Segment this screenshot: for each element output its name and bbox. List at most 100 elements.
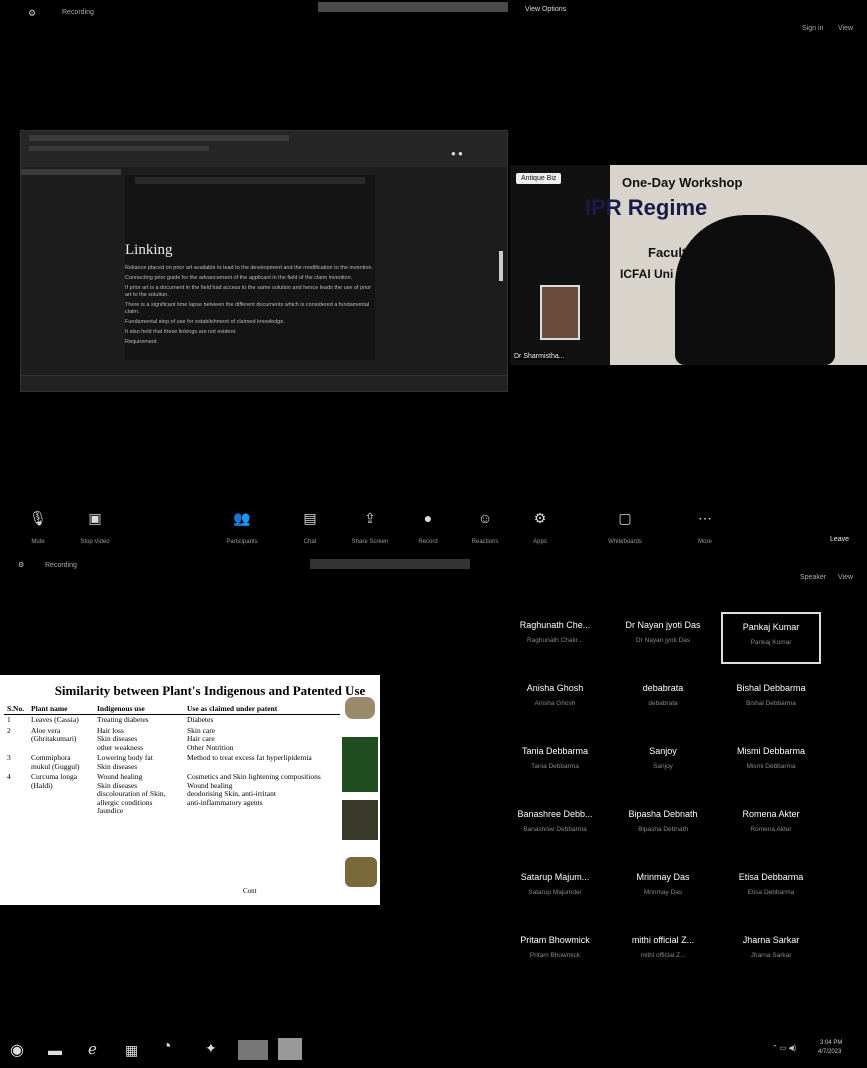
table-cell: Skin care Hair care Other Nutrition <box>187 725 234 752</box>
doc-bullet: Requirement. <box>125 339 159 345</box>
doc-menu[interactable] <box>21 169 121 175</box>
whiteboards-button[interactable]: ▢ Whiteboards <box>605 510 645 548</box>
video-banner-line: ICFAI Uni <box>620 267 674 281</box>
participant-tile[interactable]: Sanjoy Sanjoy <box>613 746 713 786</box>
participant-tile[interactable]: Jharna Sarkar Jharna Sarkar <box>721 935 821 975</box>
scrollbar[interactable] <box>499 251 503 281</box>
edge-icon[interactable]: ℯ <box>88 1040 97 1058</box>
apps-button[interactable]: ⚙ Apps <box>520 510 560 548</box>
participant-tile[interactable]: Tania Debbarma Tania Debbarma <box>505 746 605 786</box>
participant-tile[interactable]: Anisha Ghosh Anisha Ghosh <box>505 683 605 723</box>
participant-subname: Dr Nayan jyoti Das <box>635 637 691 644</box>
table-row: 4 Curcuma longa (Haldi) Wound healing Skin… <box>4 772 340 817</box>
sign-in-link[interactable]: Sign in <box>802 25 823 32</box>
participant-name: Satarup Majum... <box>520 872 590 882</box>
participant-tile[interactable]: debabrata debabrata <box>613 683 713 723</box>
participant-name: debabrata <box>642 683 684 693</box>
participant-tile[interactable]: Dr Nayan jyoti Das Dr Nayan jyoti Das <box>613 620 713 660</box>
mute-button[interactable]: 🎙 Mute <box>18 510 58 548</box>
participant-name: Bipasha Debnath <box>628 809 698 819</box>
view-button[interactable]: View <box>838 574 853 581</box>
word-taskbar-icon[interactable] <box>278 1038 302 1060</box>
participant-subname: Bipasha Debnath <box>638 826 688 833</box>
clock-date[interactable]: 4/7/2023 <box>818 1049 841 1055</box>
speaker-video: Antique Biz One-Day Workshop IPR Regime … <box>510 165 867 365</box>
participant-tile[interactable]: Etisa Debbarma Etisa Debbarma <box>721 872 821 912</box>
chat-button[interactable]: ▤ Chat <box>290 510 330 548</box>
slide-title: Similarity between Plant's Indigenous an… <box>54 683 366 698</box>
tray-icons[interactable]: ⌃ ▭ ◀) <box>772 1044 796 1052</box>
participant-tile[interactable]: Bipasha Debnath Bipasha Debnath <box>613 809 713 849</box>
files-icon[interactable]: ▦ <box>125 1042 138 1059</box>
whiteboard-icon: ▢ <box>618 510 632 526</box>
start-icon[interactable]: ◉ <box>10 1040 24 1060</box>
windows-taskbar: ◉ ▬ ℯ ▦ ◔ ✦ ⌃ ▭ ◀) 3:04 PM 4/7/2023 <box>0 1030 867 1068</box>
reactions-button[interactable]: ☺ Reactions <box>465 510 505 548</box>
participants-button[interactable]: 👥 Participants <box>222 510 262 548</box>
participant-subname: Mrinmay Das <box>643 889 683 896</box>
reactions-icon: ☺ <box>477 510 493 526</box>
app-icon[interactable]: ✦ <box>205 1040 217 1057</box>
plant-photo <box>345 857 377 887</box>
browser-tabs[interactable] <box>29 135 289 141</box>
header-patent-use: Use as claimed under patent <box>184 703 340 715</box>
participant-tile[interactable]: mithi official Z... mithi official Z... <box>613 935 713 975</box>
doc-status-bar <box>21 375 507 391</box>
app-icon: ⚙ <box>18 562 25 569</box>
more-icon: ⋯ <box>698 510 712 526</box>
table-cell: Cosmetics and Skin lightening compositio… <box>187 772 321 807</box>
participant-tile[interactable]: Raghunath Che... Raghunath Chakr... <box>505 620 605 660</box>
participant-tile[interactable]: Pritam Bhowmick Pritam Bhowmick <box>505 935 605 975</box>
record-button[interactable]: ● Record <box>408 510 448 548</box>
participant-name: Anisha Ghosh <box>526 683 584 693</box>
address-bar[interactable] <box>29 146 209 151</box>
clock-time[interactable]: 3:04 PM <box>820 1040 842 1046</box>
app-icon: ⚙ <box>28 8 37 18</box>
participant-tile[interactable]: Mismi Debbarma Mismi Debbarma <box>721 746 821 786</box>
table-row: 2 Aloe vera (Ghritakumari) Hair loss Skin … <box>4 726 340 754</box>
participant-tile[interactable]: Mrinmay Das Mrinmay Das <box>613 872 713 912</box>
chrome-icon[interactable]: ◔ <box>162 1038 172 1056</box>
participant-tile[interactable]: Banashree Debb... Banashree Debbarma <box>505 809 605 849</box>
video-banner-line: IPR Regime <box>585 195 708 220</box>
view-options-tab[interactable]: View Options <box>525 6 566 13</box>
speaker-view-button[interactable]: Speaker <box>800 574 826 581</box>
participant-subname: Pritam Bhowmick <box>529 952 581 959</box>
explorer-icon[interactable]: ▬ <box>48 1042 62 1058</box>
view-button[interactable]: View <box>838 25 853 32</box>
participant-name: Tania Debbarma <box>521 746 589 756</box>
participant-tile[interactable]: Satarup Majum... Satarup Majumder <box>505 872 605 912</box>
participant-tile[interactable]: Pankaj Kumar Pankaj Kumar <box>721 612 821 664</box>
doc-heading: Linking <box>125 242 173 258</box>
more-button[interactable]: ⋯ More <box>685 510 725 548</box>
video-banner-line: One-Day Workshop <box>622 175 743 190</box>
slide-table: S.No. Plant name Indigenous use Use as c… <box>4 703 340 817</box>
participant-tile[interactable]: Romena Akter Romena Akter <box>721 809 821 849</box>
participant-name: Bishal Debbarma <box>736 683 806 693</box>
window-title: Recording <box>62 9 94 16</box>
camera-icon: ▣ <box>88 510 102 526</box>
zoom-taskbar-icon[interactable] <box>238 1040 268 1060</box>
microphone-icon: 🎙 <box>29 510 47 526</box>
participant-subname: debabrata <box>648 700 678 707</box>
participant-subname: Banashree Debbarma <box>523 826 587 833</box>
table-row: 3 Commiphora mukul (Guggul) Lowering body … <box>4 753 340 772</box>
participant-name: mithi official Z... <box>631 935 695 945</box>
participant-name: Sanjoy <box>649 746 677 756</box>
bottom-window-titlebar: ⚙ Recording Speaker View <box>0 557 867 581</box>
top-window-titlebar: ⚙ Recording View Options Sign in View <box>0 0 867 32</box>
participant-subname: Pankaj Kumar <box>750 639 792 646</box>
participant-name: Mrinmay Das <box>636 872 690 882</box>
stop-video-button[interactable]: ▣ Stop Video <box>75 510 115 548</box>
plant-photo <box>345 697 375 719</box>
leave-button[interactable]: Leave <box>830 536 849 543</box>
browser-menu-icon[interactable]: ● ● <box>451 149 463 158</box>
header-plant-name: Plant name <box>28 703 94 715</box>
table-cell: Lowering body fat Skin diseases <box>97 753 153 771</box>
doc-bullet-list: Reliance placed on prior art available t… <box>125 265 375 346</box>
document-page: Linking Reliance placed on prior art ava… <box>125 175 375 360</box>
doc-previous-paragraph <box>135 177 365 184</box>
record-icon: ● <box>423 510 433 526</box>
participant-tile[interactable]: Bishal Debbarma Bishal Debbarma <box>721 683 821 723</box>
share-screen-button[interactable]: ⇪ Share Screen <box>350 510 390 548</box>
